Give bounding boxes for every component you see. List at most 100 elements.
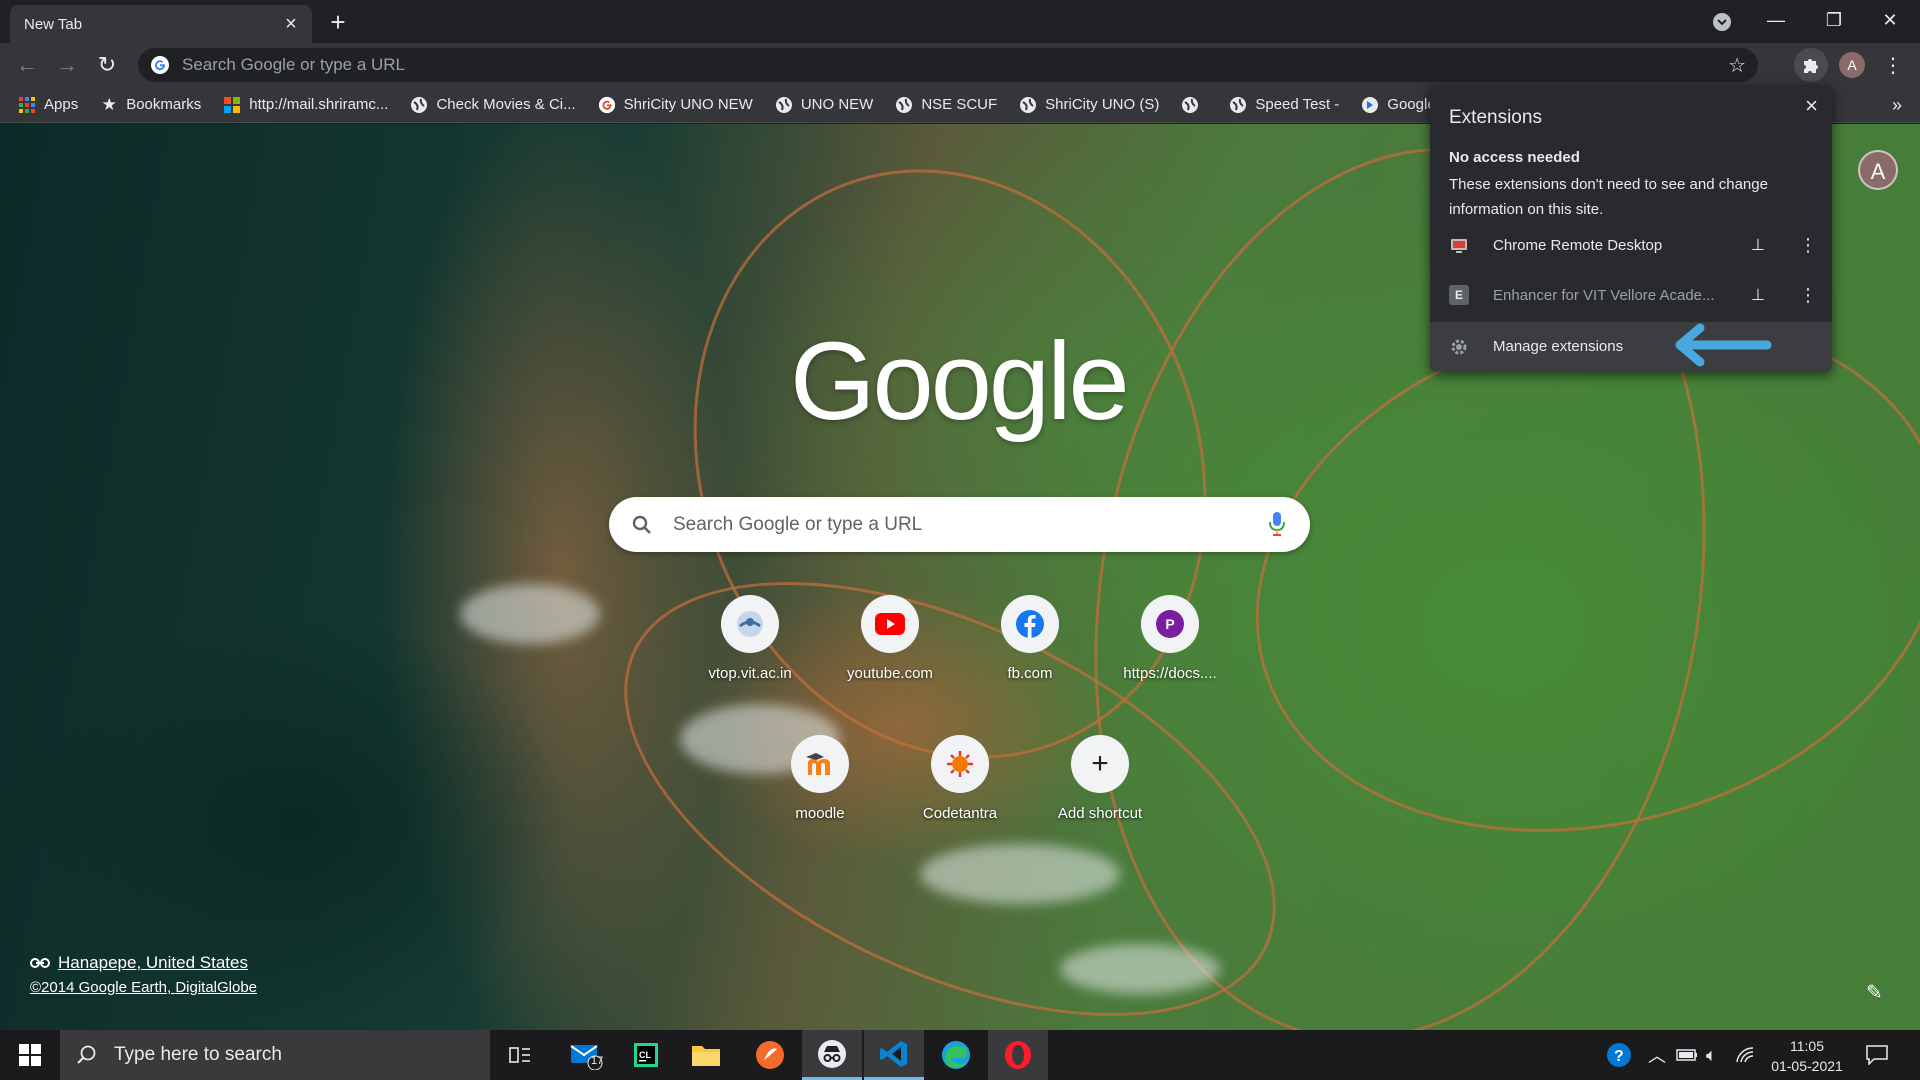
more-options-icon[interactable]: ⋮ bbox=[1798, 235, 1818, 256]
plus-icon: + bbox=[1091, 747, 1109, 780]
show-hidden-icons-chevron-icon[interactable]: ︿ bbox=[1648, 1030, 1666, 1080]
shortcut-codetantra[interactable]: Codetantra bbox=[900, 735, 1020, 822]
ntp-search-placeholder: Search Google or type a URL bbox=[673, 513, 923, 535]
shortcut-label: moodle bbox=[795, 805, 845, 822]
window-close-button[interactable]: ✕ bbox=[1862, 2, 1918, 40]
globe-icon bbox=[1229, 96, 1247, 114]
bookmark-check-movies[interactable]: Check Movies & Ci... bbox=[410, 96, 576, 114]
add-shortcut-button[interactable]: + Add shortcut bbox=[1040, 735, 1160, 822]
bookmarks-overflow-button[interactable]: » bbox=[1892, 95, 1902, 116]
google-icon bbox=[151, 56, 169, 74]
volume-icon[interactable]: 🔈︎ bbox=[1706, 1030, 1717, 1080]
clion-app-button[interactable]: CL bbox=[616, 1030, 676, 1080]
tab-close-icon[interactable]: × bbox=[280, 13, 302, 35]
bookmark-label: Speed Test - bbox=[1255, 96, 1340, 113]
arrow-circle-icon bbox=[1361, 96, 1379, 114]
swift-app-button[interactable] bbox=[740, 1030, 800, 1080]
customize-pencil-icon[interactable]: ✎ bbox=[1866, 980, 1883, 1005]
shortcut-facebook[interactable]: fb.com bbox=[970, 595, 1090, 682]
restore-button[interactable]: ❐ bbox=[1806, 2, 1862, 40]
task-view-icon bbox=[509, 1047, 530, 1063]
opera-icon bbox=[1005, 1041, 1031, 1069]
bookmark-shricity-uno-s[interactable]: ShriCity UNO (S) bbox=[1019, 96, 1159, 114]
mail-app-button[interactable]: 17 bbox=[556, 1030, 616, 1080]
microphone-icon[interactable] bbox=[1268, 511, 1286, 537]
bookmark-star-icon[interactable]: ☆ bbox=[1728, 53, 1746, 78]
minimize-button[interactable]: — bbox=[1748, 2, 1804, 40]
edge-icon bbox=[942, 1041, 970, 1069]
more-options-icon[interactable]: ⋮ bbox=[1798, 285, 1818, 306]
microsoft-icon bbox=[223, 96, 241, 114]
taskbar-clock[interactable]: 11:05 01-05-2021 bbox=[1752, 1036, 1862, 1076]
shortcut-label: vtop.vit.ac.in bbox=[708, 665, 792, 682]
shortcut-icon-holder bbox=[861, 595, 919, 653]
folder-icon bbox=[692, 1046, 720, 1066]
chrome-incognito-button[interactable] bbox=[802, 1030, 862, 1080]
bookmark-google[interactable]: Google bbox=[1361, 96, 1436, 114]
reload-button[interactable]: ↻ bbox=[90, 48, 124, 82]
bookmark-uno-new[interactable]: UNO NEW bbox=[775, 96, 873, 114]
tab-search-button[interactable] bbox=[1708, 8, 1736, 36]
profile-avatar[interactable]: A bbox=[1839, 52, 1865, 78]
omnibox[interactable]: Search Google or type a URL ☆ bbox=[138, 48, 1758, 82]
bookmark-label: Bookmarks bbox=[126, 96, 202, 113]
bookmark-label: http://mail.shriramc... bbox=[249, 96, 389, 113]
close-icon[interactable]: × bbox=[1805, 93, 1818, 119]
extension-name: Chrome Remote Desktop bbox=[1493, 236, 1663, 254]
start-button[interactable] bbox=[0, 1030, 60, 1080]
shortcut-icon-holder: P bbox=[1141, 595, 1199, 653]
pin-icon[interactable]: ⊥ bbox=[1748, 235, 1768, 255]
attribution-location-link[interactable]: Hanapepe, United States bbox=[30, 953, 257, 973]
tab-new-tab[interactable]: New Tab × bbox=[10, 5, 312, 43]
bookmark-apps[interactable]: Apps bbox=[18, 96, 78, 114]
shortcut-docs[interactable]: P https://docs.... bbox=[1110, 595, 1230, 682]
extension-item-enhancer-vit[interactable]: E Enhancer for VIT Vellore Acade... ⊥ ⋮ bbox=[1430, 271, 1832, 319]
svg-text:CL: CL bbox=[639, 1050, 651, 1060]
windows-logo-icon bbox=[19, 1044, 41, 1066]
extensions-popup-title: Extensions bbox=[1449, 107, 1542, 128]
bookmark-mail[interactable]: http://mail.shriramc... bbox=[223, 96, 388, 114]
ntp-search-box[interactable]: Search Google or type a URL bbox=[609, 497, 1310, 552]
manage-extensions-label: Manage extensions bbox=[1493, 338, 1624, 355]
task-view-button[interactable] bbox=[490, 1030, 550, 1080]
bookmark-label: ShriCity UNO NEW bbox=[623, 96, 753, 113]
tab-title: New Tab bbox=[24, 15, 83, 33]
back-button[interactable]: ← bbox=[10, 48, 44, 82]
shortcut-moodle[interactable]: moodle bbox=[760, 735, 880, 822]
action-center-icon[interactable] bbox=[1866, 1030, 1888, 1080]
new-tab-button[interactable]: + bbox=[323, 8, 353, 38]
letter-e-icon: E bbox=[1449, 285, 1469, 305]
codetantra-icon bbox=[947, 751, 973, 777]
forward-button[interactable]: → bbox=[50, 48, 84, 82]
bookmark-bookmarks-folder[interactable]: ★ Bookmarks bbox=[100, 95, 202, 114]
help-tray-icon[interactable]: ? bbox=[1606, 1030, 1632, 1080]
edge-button[interactable] bbox=[926, 1030, 986, 1080]
annotation-arrow-icon bbox=[1675, 323, 1772, 367]
bookmark-shricity-uno-new[interactable]: ShriCity UNO NEW bbox=[598, 96, 753, 114]
bookmark-unnamed[interactable] bbox=[1181, 96, 1207, 114]
pin-icon[interactable]: ⊥ bbox=[1748, 285, 1768, 305]
vtop-icon bbox=[737, 611, 763, 637]
google-logo: Google bbox=[790, 320, 1130, 443]
shortcut-youtube[interactable]: youtube.com bbox=[830, 595, 950, 682]
bookmark-label: Apps bbox=[44, 96, 79, 113]
search-icon bbox=[77, 1045, 96, 1064]
globe-icon bbox=[1181, 96, 1199, 114]
toolbar: ← → ↻ Search Google or type a URL ☆ ⋮ bbox=[0, 43, 1920, 87]
opera-button[interactable] bbox=[988, 1030, 1048, 1080]
windows-taskbar: Type here to search 17 CL ? ︿ 🔈︎ 11:05 0… bbox=[0, 1030, 1920, 1080]
bookmark-speed-test[interactable]: Speed Test - bbox=[1229, 96, 1339, 114]
mail-badge: 17 bbox=[591, 1055, 604, 1067]
file-explorer-button[interactable] bbox=[676, 1030, 736, 1080]
chrome-menu-button[interactable]: ⋮ bbox=[1876, 48, 1910, 82]
battery-icon[interactable] bbox=[1676, 1030, 1698, 1080]
bookmark-nse-scuf[interactable]: NSE SCUF bbox=[895, 96, 997, 114]
extension-item-chrome-remote-desktop[interactable]: Chrome Remote Desktop ⊥ ⋮ bbox=[1430, 221, 1832, 269]
attribution-copyright[interactable]: ©2014 Google Earth, DigitalGlobe bbox=[30, 979, 257, 996]
account-avatar[interactable]: A bbox=[1858, 150, 1898, 190]
extensions-button[interactable] bbox=[1794, 48, 1828, 82]
help-icon: ? bbox=[1607, 1043, 1631, 1067]
vscode-button[interactable] bbox=[864, 1030, 924, 1080]
taskbar-search-box[interactable]: Type here to search bbox=[60, 1030, 490, 1080]
shortcut-vtop[interactable]: vtop.vit.ac.in bbox=[690, 595, 810, 682]
